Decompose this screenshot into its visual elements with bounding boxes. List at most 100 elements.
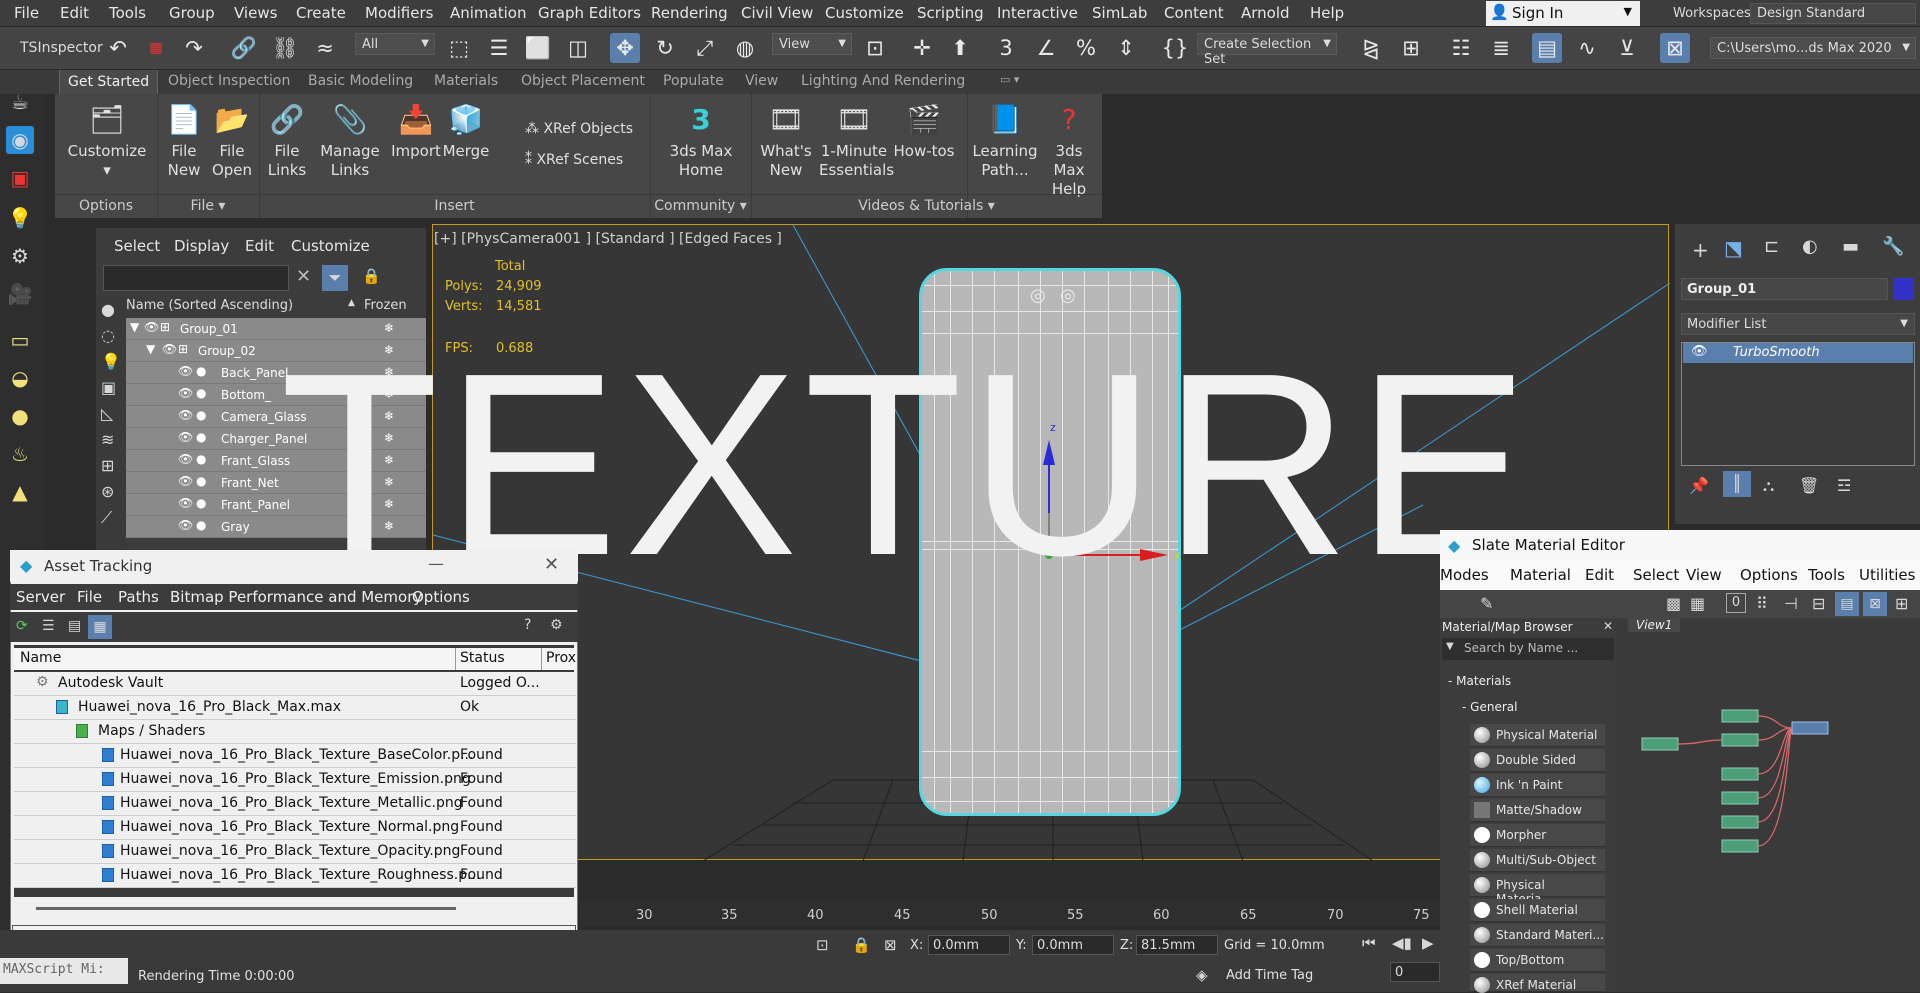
material-item[interactable]: Ink 'n Paint	[1470, 774, 1605, 797]
material-item[interactable]: Multi/Sub-Object	[1470, 849, 1605, 872]
checker-icon[interactable]: ▦	[1690, 594, 1705, 613]
tab-view[interactable]: View	[745, 73, 778, 89]
geometry-filter-icon[interactable]: ●	[101, 300, 115, 319]
show-end-result-icon[interactable]: ║	[1723, 471, 1751, 497]
lay-out-children-icon[interactable]: ⊣	[1784, 594, 1798, 613]
tab-basic-modeling[interactable]: Basic Modeling	[308, 73, 413, 89]
asset-row[interactable]: Huawei_nova_16_Pro_Black_Texture_BaseCol…	[14, 744, 576, 768]
tab-get-started[interactable]: Get Started	[59, 70, 159, 94]
filter-icon[interactable]: ⏷	[322, 265, 348, 291]
scale-icon[interactable]: ⤢	[690, 33, 720, 63]
scrollbar-thumb[interactable]	[36, 907, 456, 910]
menu-rendering[interactable]: Rendering	[651, 4, 728, 22]
ribbon-toggle-icon[interactable]: ▤	[1532, 33, 1562, 63]
slate-menu-edit[interactable]: Edit	[1585, 566, 1614, 584]
col-frozen[interactable]: Frozen	[364, 298, 407, 313]
lock-icon[interactable]: 🔒	[852, 936, 871, 954]
tab-object-inspection[interactable]: Object Inspection	[168, 73, 290, 89]
group-file[interactable]: File ▾	[157, 194, 259, 218]
x-coord-input[interactable]: 0.0mm	[928, 935, 1010, 955]
asset-horizontal-scrollbar[interactable]	[14, 898, 574, 918]
slate-menu-tools[interactable]: Tools	[1808, 566, 1845, 584]
asset-row[interactable]: Huawei_nova_16_Pro_Black_Texture_Opacity…	[14, 840, 576, 864]
pivot-icon[interactable]: ⊡	[860, 33, 890, 63]
refresh-icon[interactable]: ⟳	[16, 618, 28, 634]
workspace-select[interactable]: Design Standard	[1750, 3, 1916, 24]
robot-icon[interactable]: ⚙	[6, 242, 34, 270]
project-folder-select[interactable]: C:\Users\mo...ds Max 2020 ▼	[1710, 37, 1916, 59]
col-status[interactable]: Status	[460, 650, 505, 666]
asset-row[interactable]: Huawei_nova_16_Pro_Black_Texture_Metalli…	[14, 792, 576, 816]
rectangle-icon[interactable]: ▭	[6, 326, 34, 354]
close-icon[interactable]: ✕	[1603, 619, 1613, 633]
eye-icon[interactable]: 👁	[178, 364, 193, 378]
customize-button[interactable]: 🗂 Customize ▾	[67, 102, 147, 180]
edit-named-sets-icon[interactable]: {}	[1160, 33, 1190, 63]
detail-view-icon[interactable]: ▤	[68, 618, 81, 634]
current-frame-input[interactable]: 0	[1390, 962, 1440, 982]
materials-header[interactable]: - Materials	[1448, 674, 1511, 688]
slate-menu-view[interactable]: View	[1686, 566, 1722, 584]
bone-filter-icon[interactable]: ⟋	[101, 508, 112, 528]
max-home-button[interactable]: 3 3ds Max Home	[656, 102, 746, 180]
general-header[interactable]: - General	[1462, 700, 1517, 714]
mirror-icon[interactable]: ⧎	[1356, 33, 1386, 63]
rect-selection-icon[interactable]: ⬜	[523, 33, 553, 63]
eye-icon[interactable]: 👁	[178, 430, 193, 444]
xref-objects-button[interactable]: ⁂ XRef Objects	[525, 120, 635, 139]
tab-materials[interactable]: Materials	[434, 73, 498, 89]
ribbon-options-icon[interactable]: ▭ ▾	[1000, 73, 1019, 86]
cone-icon[interactable]: ▲	[6, 478, 34, 506]
menu-customize[interactable]: Customize	[825, 4, 904, 22]
asset-row[interactable]: Huawei_nova_16_Pro_Black_Texture_Roughne…	[14, 864, 576, 888]
file-new-button[interactable]: 📄 File New	[159, 102, 209, 180]
menu-civil-view[interactable]: Civil View	[741, 4, 813, 22]
snap-3d-icon[interactable]: 3	[991, 33, 1021, 63]
menu-file[interactable]: File	[14, 4, 39, 22]
slate-title-bar[interactable]: ◆ Slate Material Editor	[1440, 530, 1920, 560]
move-icon[interactable]: ✥	[610, 33, 640, 63]
manage-links-button[interactable]: 📎 Manage Links	[315, 102, 385, 180]
absolute-mode-icon[interactable]: ⊠	[884, 936, 897, 954]
angle-snap-icon[interactable]: ∠	[1031, 33, 1061, 63]
spinner-snap-icon[interactable]: ⇕	[1111, 33, 1141, 63]
hemisphere-icon[interactable]: ◒	[6, 364, 34, 392]
expand-arrow-icon[interactable]: ▼	[130, 320, 139, 334]
max-help-button[interactable]: ? 3ds Max Help	[1039, 102, 1099, 199]
select-object-icon[interactable]: ⬚	[444, 33, 474, 63]
material-item[interactable]: Shell Material	[1470, 899, 1605, 922]
slate-menu-material[interactable]: Material	[1510, 566, 1571, 584]
background-icon[interactable]: ▩	[1666, 594, 1681, 613]
place-icon[interactable]: ◍	[730, 33, 760, 63]
menu-interactive[interactable]: Interactive	[997, 4, 1078, 22]
asset-row[interactable]: Huawei_nova_16_Pro_Black_Texture_Emissio…	[14, 768, 576, 792]
expand-arrow-icon[interactable]: ▼	[146, 342, 155, 356]
material-item[interactable]: Physical Material	[1470, 724, 1605, 747]
material-item[interactable]: XRef Material	[1470, 974, 1605, 993]
camera-filter-icon[interactable]: ▣	[101, 378, 116, 397]
list-view-icon[interactable]: ☰	[42, 618, 55, 634]
xref-filter-icon[interactable]: ⊛	[101, 482, 114, 501]
sign-in-button[interactable]: 👤 Sign In ▼	[1486, 1, 1640, 26]
eye-icon[interactable]: 👁	[178, 518, 193, 532]
settings-icon[interactable]: ⚙	[550, 617, 563, 633]
previous-frame-icon[interactable]: ◀▮	[1392, 934, 1412, 952]
object-color-swatch[interactable]	[1894, 278, 1914, 300]
file-links-button[interactable]: 🔗 File Links	[261, 102, 313, 180]
keyboard-override-icon[interactable]: ⬆	[945, 33, 975, 63]
slate-menu-utilities[interactable]: Utilities	[1859, 566, 1915, 584]
camera-red-icon[interactable]: ▣	[6, 164, 34, 192]
explorer-search-input[interactable]	[103, 265, 289, 291]
blue-app-icon[interactable]: ◉	[6, 126, 34, 154]
layout-icon[interactable]: ⠿	[1756, 594, 1768, 613]
spacewarp-filter-icon[interactable]: ≋	[101, 430, 114, 449]
eye-icon[interactable]: 👁	[178, 474, 193, 488]
add-time-tag[interactable]: Add Time Tag	[1226, 968, 1313, 983]
explorer-menu-customize[interactable]: Customize	[291, 237, 370, 255]
curve-editor-icon[interactable]: ∿	[1572, 33, 1602, 63]
menu-scripting[interactable]: Scripting	[917, 4, 984, 22]
material-item[interactable]: Matte/Shadow	[1470, 799, 1605, 822]
tab-populate[interactable]: Populate	[663, 73, 724, 89]
table-view-icon[interactable]: ▦	[88, 615, 112, 639]
link-icon[interactable]: 🔗	[229, 33, 259, 63]
